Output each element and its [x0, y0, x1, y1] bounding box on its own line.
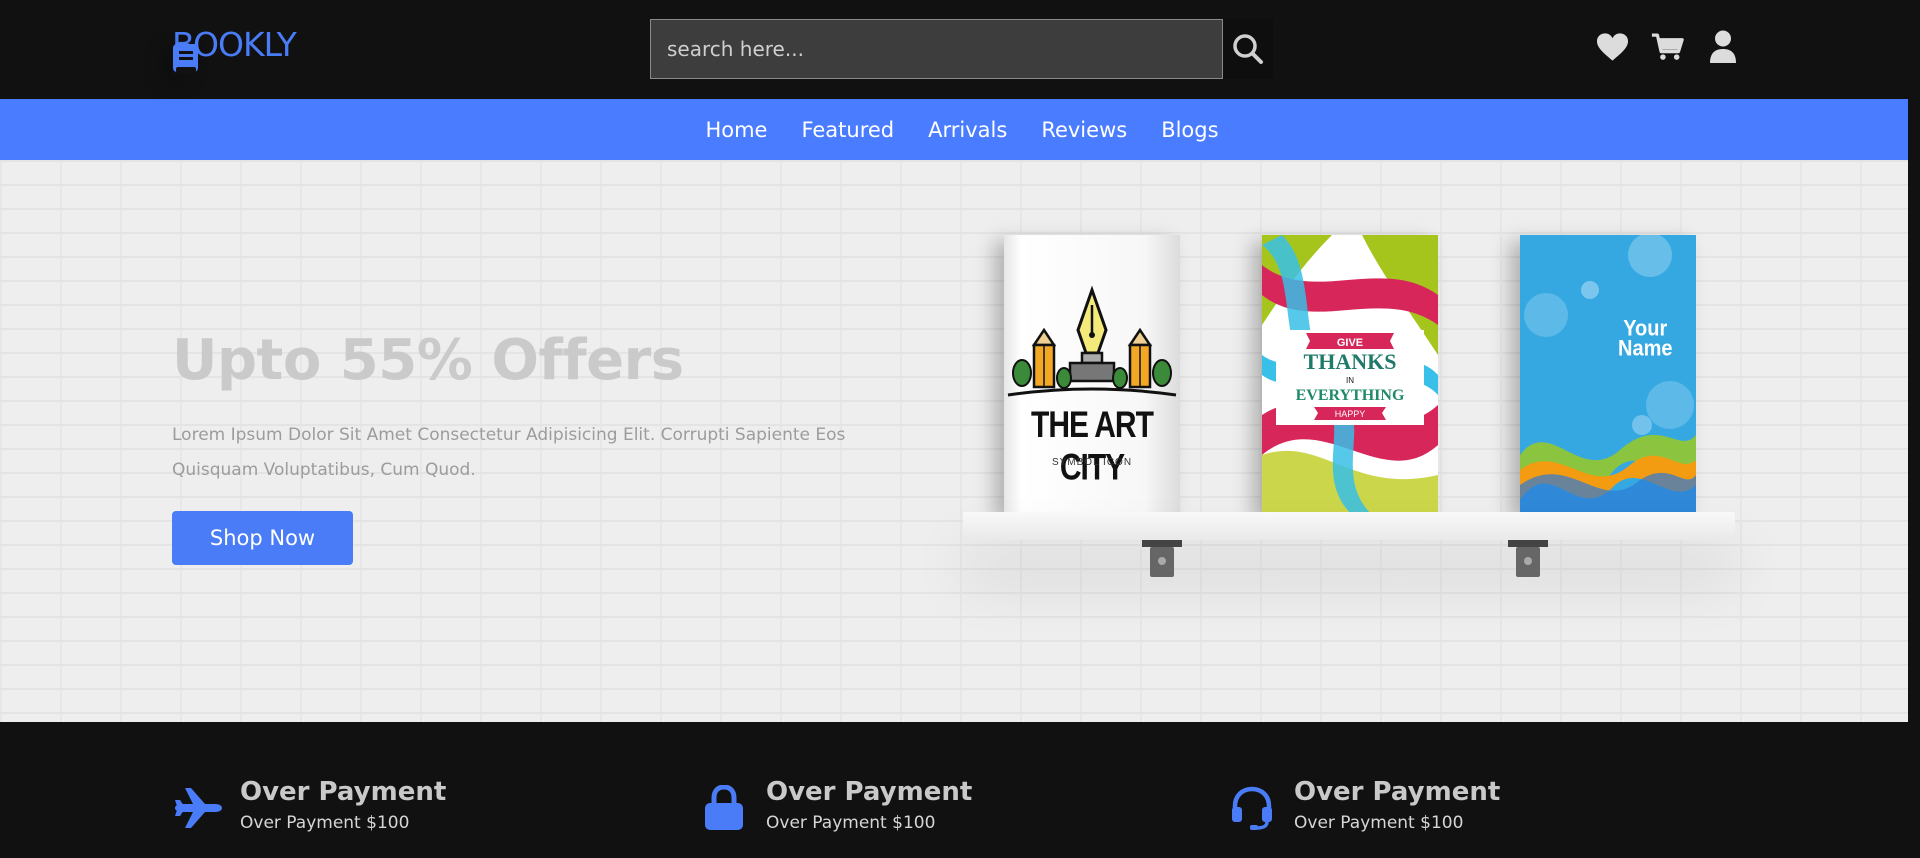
- cover-line-in: IN: [1346, 376, 1354, 385]
- book-title: THE ART CITY: [1031, 404, 1154, 489]
- nav-featured[interactable]: Featured: [801, 118, 894, 142]
- nav-home[interactable]: Home: [705, 118, 767, 142]
- hero-section: Upto 55% Offers Lorem Ipsum Dolor Sit Am…: [0, 160, 1908, 722]
- pen-nib-illustration: [1007, 285, 1177, 397]
- feature-text: Over Payment Over Payment $100: [766, 776, 972, 838]
- features-section: Over Payment Over Payment $100 Over Paym…: [0, 722, 1908, 858]
- wishlist-button[interactable]: [1596, 30, 1629, 63]
- hero-text: Lorem Ipsum Dolor Sit Amet Consectetur A…: [172, 425, 846, 480]
- search-icon: [1233, 34, 1263, 64]
- feature-text: Over Payment Over Payment $100: [1294, 776, 1500, 838]
- hero-title: Upto 55% Offers: [172, 328, 684, 393]
- feature-item: Over Payment Over Payment $100: [172, 776, 446, 838]
- cover-name-text: Your Name: [1618, 318, 1673, 361]
- book-shelf: THE ART CITY SYMBOL ICON GIVE THANKS IN …: [960, 220, 1740, 690]
- shelf-bracket-left: [1142, 540, 1182, 577]
- shop-now-button[interactable]: Shop Now: [172, 511, 353, 565]
- account-button[interactable]: [1706, 30, 1739, 63]
- feature-subtitle: Over Payment $100: [766, 813, 936, 833]
- user-icon: [1709, 30, 1736, 63]
- book-subtitle: SYMBOL ICON: [1051, 457, 1133, 468]
- scrollbar[interactable]: [1908, 0, 1920, 858]
- main-nav: Home Featured Arrivals Reviews Blogs: [0, 99, 1908, 160]
- feature-text: Over Payment Over Payment $100: [240, 776, 446, 838]
- nav-reviews[interactable]: Reviews: [1041, 118, 1127, 142]
- cart-icon: [1651, 32, 1684, 60]
- plane-icon: [175, 788, 222, 828]
- book-cover-your-name[interactable]: Your Name: [1520, 235, 1696, 515]
- shelf-bracket-right: [1508, 540, 1548, 577]
- nav-arrivals[interactable]: Arrivals: [928, 118, 1007, 142]
- feature-item: Over Payment Over Payment $100: [698, 776, 972, 838]
- feature-title: Over Payment: [766, 777, 973, 807]
- feature-icon-wrap: [1226, 782, 1278, 834]
- cover-line-happy: HAPPY: [1335, 409, 1366, 419]
- lock-icon: [705, 785, 743, 830]
- feature-subtitle: Over Payment $100: [240, 813, 410, 833]
- feature-icon-wrap: [172, 782, 224, 834]
- header: BOOKLY: [0, 0, 1908, 99]
- page: BOOKLY search here... Home Featured Arri…: [0, 0, 1920, 858]
- book-cover-art-city[interactable]: THE ART CITY SYMBOL ICON: [1004, 235, 1180, 515]
- feature-icon-wrap: [698, 782, 750, 834]
- feature-item: Over Payment Over Payment $100: [1226, 776, 1500, 838]
- feature-subtitle: Over Payment $100: [1294, 813, 1464, 833]
- search-input[interactable]: [650, 19, 1223, 79]
- book-cover-give-thanks[interactable]: GIVE THANKS IN EVERYTHING HAPPY: [1262, 235, 1438, 515]
- header-icons: [1596, 30, 1739, 63]
- nav-blogs[interactable]: Blogs: [1161, 118, 1218, 142]
- feature-title: Over Payment: [1294, 777, 1501, 807]
- headset-icon: [1232, 786, 1272, 830]
- cover-line-everything: EVERYTHING: [1296, 387, 1405, 404]
- cover-line-name: Name: [1618, 336, 1673, 361]
- cart-button[interactable]: [1651, 30, 1684, 63]
- search-bar: [650, 19, 1273, 79]
- cover-line-thanks: THANKS: [1304, 349, 1397, 374]
- give-thanks-cover-art: GIVE THANKS IN EVERYTHING HAPPY: [1262, 235, 1438, 515]
- book-icon: [173, 44, 198, 73]
- heart-icon: [1596, 32, 1629, 61]
- search-button[interactable]: [1223, 19, 1273, 79]
- shelf-board: [963, 512, 1735, 540]
- logo-link[interactable]: BOOKLY: [172, 28, 297, 73]
- feature-title: Over Payment: [240, 777, 447, 807]
- your-name-cover-art: [1520, 235, 1696, 515]
- cover-line-give: GIVE: [1337, 337, 1363, 349]
